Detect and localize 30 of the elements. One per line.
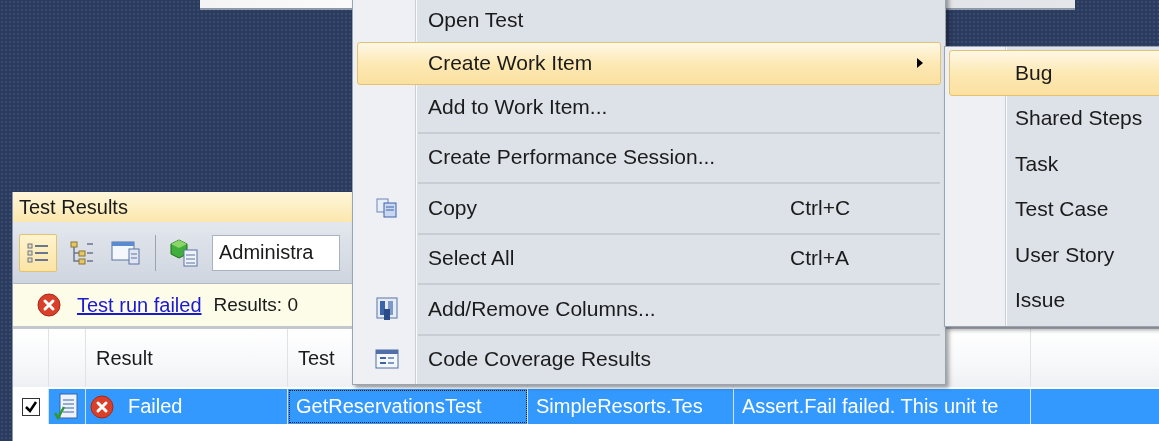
gem-document-icon — [170, 237, 200, 268]
menu-item[interactable]: Task — [949, 141, 1159, 187]
table-cell: GetReservationsTest — [288, 389, 528, 424]
column-header[interactable]: Result — [96, 346, 153, 370]
checkbox[interactable] — [21, 397, 40, 416]
table-cell: SimpleResorts.Tes — [528, 389, 734, 424]
status-text: Results: 0 — [213, 294, 298, 316]
menu-item[interactable]: Open Test — [357, 0, 941, 42]
tree-icon — [69, 239, 95, 266]
menu-item[interactable]: Issue — [949, 277, 1159, 323]
column-header[interactable]: Test — [298, 346, 335, 370]
status-link[interactable]: Test run failed — [77, 293, 202, 317]
report-window-icon — [375, 349, 399, 370]
error-icon — [90, 394, 114, 419]
menu-item[interactable]: Create Work Item — [357, 41, 941, 85]
test-document-icon — [53, 392, 79, 421]
error-icon — [37, 293, 61, 317]
copy-icon — [376, 197, 398, 218]
table-cell: Assert.Fail failed. This unit te — [734, 389, 1031, 424]
result-text: Failed — [128, 395, 183, 418]
submenu-arrow-icon — [916, 57, 924, 70]
run-selector-field[interactable]: Administra — [212, 234, 340, 271]
menu-item[interactable]: Shared Steps — [949, 95, 1159, 141]
columns-icon — [376, 296, 398, 321]
menu-item[interactable]: User Story — [949, 232, 1159, 278]
list-icon — [26, 240, 50, 265]
window-icon — [111, 239, 141, 266]
view-button[interactable] — [19, 233, 57, 272]
menu-item[interactable]: Add to Work Item... — [357, 85, 941, 129]
menu-item[interactable]: Bug — [949, 50, 1159, 96]
